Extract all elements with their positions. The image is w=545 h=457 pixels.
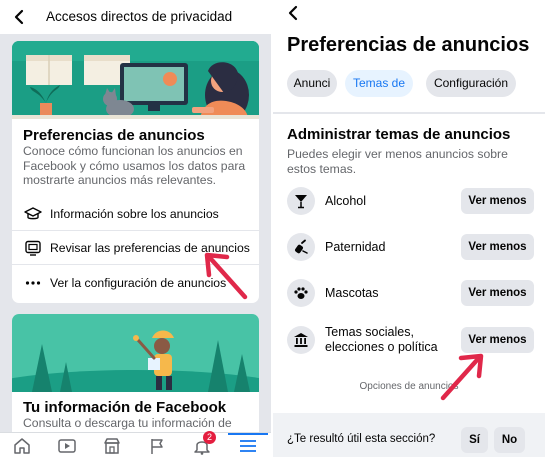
topic-label-line2: elecciones o política	[325, 340, 438, 354]
yes-button[interactable]: Sí	[461, 427, 488, 453]
tab-settings[interactable]: Configuración	[426, 70, 516, 97]
ad-preferences-illustration	[12, 41, 259, 119]
ad-preferences-title: Preferencias de anuncios	[23, 127, 205, 144]
header-title: Accesos directos de privacidad	[46, 9, 233, 24]
your-facebook-info-card[interactable]: Tu información de Facebook Consulta o de…	[12, 314, 259, 439]
topic-row-social-issues: Temas sociales, elecciones o política Ve…	[273, 321, 545, 361]
home-icon[interactable]	[12, 437, 32, 455]
chevron-left-icon[interactable]	[285, 4, 301, 22]
facebook-info-description: Consulta o descarga tu información de	[23, 416, 232, 430]
see-less-button[interactable]: Ver menos	[461, 188, 534, 214]
ad-preferences-card: Preferencias de anuncios Conoce cómo fun…	[12, 41, 259, 303]
bottom-tab-bar: 2	[0, 431, 271, 457]
watch-icon[interactable]	[57, 437, 77, 455]
section-title: Administrar temas de anuncios	[287, 126, 511, 143]
ad-preferences-screen: Preferencias de anuncios Anunci Temas de…	[273, 0, 545, 457]
topic-row-alcohol: Alcohol Ver menos	[273, 182, 545, 222]
page-title: Preferencias de anuncios	[287, 34, 530, 56]
section-divider	[273, 112, 545, 114]
ad-preferences-description: Conoce cómo funcionan los anuncios en Fa…	[23, 144, 246, 188]
privacy-shortcuts-screen: Accesos directos de privacidad Preferenc…	[0, 0, 271, 457]
topic-label: Mascotas	[325, 286, 379, 300]
screen-icon	[25, 240, 41, 256]
cocktail-icon	[287, 187, 315, 215]
facebook-info-illustration	[12, 314, 259, 392]
see-less-button[interactable]: Ver menos	[461, 280, 534, 306]
header: Accesos directos de privacidad	[0, 0, 271, 34]
feedback-footer: ¿Te resultó útil esta sección? Sí No	[273, 413, 545, 457]
topic-label: Temas sociales, elecciones o política	[325, 325, 438, 355]
ad-options-link[interactable]: Opciones de anuncios	[273, 381, 545, 392]
option-ad-settings-label: Ver la configuración de anuncios	[50, 276, 227, 290]
topic-label: Paternidad	[325, 240, 386, 254]
option-review-ad-preferences-label: Revisar las preferencias de anuncios	[50, 241, 250, 255]
marketplace-icon[interactable]	[102, 437, 122, 455]
baby-bottle-icon	[287, 233, 315, 261]
option-ad-settings[interactable]: Ver la configuración de anuncios	[12, 266, 259, 300]
section-description: Puedes elegir ver menos anuncios sobre e…	[287, 147, 508, 176]
flag-icon[interactable]	[147, 437, 167, 455]
government-building-icon	[287, 326, 315, 354]
no-button[interactable]: No	[494, 427, 525, 453]
menu-icon[interactable]	[238, 437, 258, 455]
facebook-info-title: Tu información de Facebook	[23, 399, 227, 416]
topic-row-pets: Mascotas Ver menos	[273, 274, 545, 314]
more-dots-icon	[25, 281, 41, 285]
graduation-cap-icon	[24, 207, 42, 220]
chevron-left-icon[interactable]	[10, 7, 28, 27]
option-ad-info-label: Información sobre los anuncios	[50, 207, 219, 221]
tab-ads[interactable]: Anunci	[287, 70, 337, 97]
see-less-button[interactable]: Ver menos	[461, 234, 534, 260]
topic-label-line1: Temas sociales,	[325, 325, 414, 339]
active-tab-indicator	[228, 433, 268, 435]
notification-badge: 2	[203, 431, 216, 444]
tab-ad-topics[interactable]: Temas de	[345, 70, 413, 97]
paw-icon	[287, 279, 315, 307]
topic-label: Alcohol	[325, 194, 366, 208]
feedback-question: ¿Te resultó útil esta sección?	[287, 433, 436, 445]
see-less-button[interactable]: Ver menos	[461, 327, 534, 353]
option-ad-info[interactable]: Información sobre los anuncios	[12, 197, 259, 231]
topic-row-parenting: Paternidad Ver menos	[273, 228, 545, 268]
option-review-ad-preferences[interactable]: Revisar las preferencias de anuncios	[12, 231, 259, 265]
